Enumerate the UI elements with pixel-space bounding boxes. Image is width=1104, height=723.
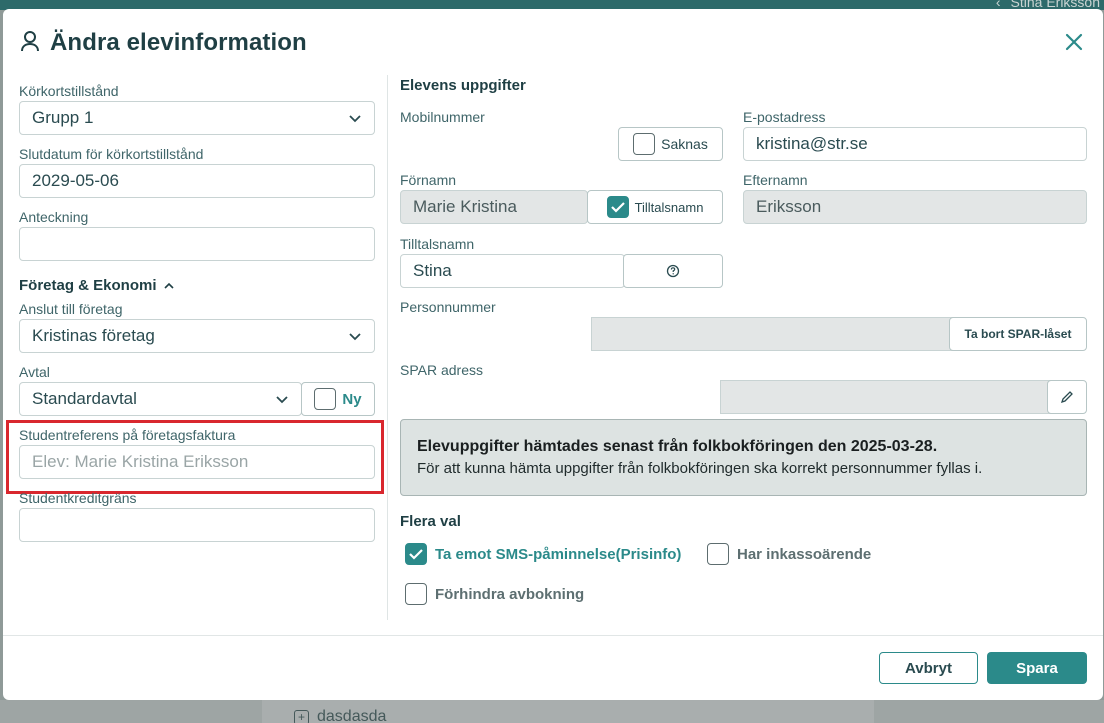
- agreement-select[interactable]: Standardavtal: [19, 382, 302, 416]
- cancel-button[interactable]: Avbryt: [879, 652, 978, 684]
- edit-spar-button[interactable]: [1047, 380, 1087, 414]
- background-list-item: + dasdasda: [294, 708, 386, 723]
- company-label: Anslut till företag: [19, 301, 123, 317]
- company-select[interactable]: Kristinas företag: [19, 319, 375, 353]
- student-details-title: Elevens uppgifter: [400, 77, 526, 94]
- credit-limit-input[interactable]: [19, 508, 375, 542]
- save-button[interactable]: Spara: [987, 652, 1087, 684]
- chevron-up-icon: [163, 282, 174, 289]
- new-agreement-checkbox[interactable]: [314, 388, 337, 410]
- pencil-icon: [1060, 391, 1073, 404]
- firstname-input: Marie Kristina: [400, 190, 588, 224]
- close-icon[interactable]: [1063, 31, 1085, 53]
- nickname-input[interactable]: Stina: [400, 254, 625, 288]
- ssn-input[interactable]: [400, 317, 590, 351]
- ssn-label: Personnummer: [400, 299, 496, 315]
- folkbokforing-info: Elevuppgifter hämtades senast från folkb…: [400, 419, 1087, 496]
- nickname-toggle[interactable]: Tilltalsnamn: [587, 190, 723, 224]
- email-label: E-postadress: [743, 109, 826, 125]
- plus-icon: +: [294, 709, 309, 723]
- nickname-checkbox[interactable]: [606, 196, 629, 218]
- credit-label: Studentkreditgräns: [19, 490, 137, 506]
- chevron-down-icon: [276, 396, 288, 404]
- email-input[interactable]: kristina@str.se: [743, 127, 1087, 161]
- info-title: Elevuppgifter hämtades senast från folkb…: [417, 438, 938, 455]
- debt-collection-checkbox[interactable]: [707, 543, 729, 565]
- prevent-cancel-option[interactable]: Förhindra avbokning: [405, 583, 584, 605]
- remove-spar-lock-button[interactable]: Ta bort SPAR-låset: [949, 317, 1087, 351]
- highlight-box: [6, 420, 384, 494]
- firstname-label: Förnamn: [400, 172, 457, 188]
- missing-toggle[interactable]: Saknas: [618, 127, 723, 161]
- sms-reminder-checkbox[interactable]: [405, 543, 427, 565]
- spar-label: SPAR adress: [400, 362, 483, 378]
- lastname-input: Eriksson: [743, 190, 1087, 224]
- chevron-down-icon: [349, 115, 361, 123]
- more-options-title: Flera val: [400, 513, 461, 530]
- debt-collection-option[interactable]: Har inkassoärende: [707, 543, 871, 565]
- agreement-label: Avtal: [19, 364, 50, 380]
- license-select[interactable]: Grupp 1: [19, 101, 375, 135]
- spar-address-input[interactable]: [400, 380, 720, 414]
- spar-address-locked: [720, 380, 1051, 414]
- note-input[interactable]: [19, 227, 375, 261]
- column-divider: [387, 75, 388, 620]
- nickname-label: Tilltalsnamn: [400, 236, 475, 252]
- info-text: För att kunna hämta uppgifter från folkb…: [417, 460, 983, 477]
- modal-title: Ändra elevinformation: [50, 29, 307, 56]
- question-icon: [666, 264, 680, 278]
- company-section-toggle[interactable]: Företag & Ekonomi: [19, 277, 175, 294]
- nickname-help-button[interactable]: [623, 254, 723, 288]
- user-icon: [20, 30, 40, 57]
- end-date-input[interactable]: 2029-05-06: [19, 164, 375, 198]
- chevron-down-icon: [349, 333, 361, 341]
- footer-divider: [3, 635, 1103, 636]
- missing-checkbox[interactable]: [633, 133, 656, 155]
- modal-header: Ändra elevinformation: [3, 9, 1103, 69]
- mobile-input[interactable]: [400, 127, 618, 161]
- ssn-locked-field: [591, 317, 953, 351]
- sms-reminder-option[interactable]: Ta emot SMS-påminnelse(Prisinfo): [405, 543, 681, 565]
- note-label: Anteckning: [19, 209, 89, 225]
- license-label: Körkortstillstånd: [19, 83, 119, 99]
- end-date-label: Slutdatum för körkortstillstånd: [19, 146, 204, 162]
- edit-student-modal: Ändra elevinformation Körkortstillstånd …: [3, 9, 1103, 700]
- prevent-cancel-checkbox[interactable]: [405, 583, 427, 605]
- lastname-label: Efternamn: [743, 172, 808, 188]
- mobile-label: Mobilnummer: [400, 109, 485, 125]
- new-agreement-toggle[interactable]: Ny: [301, 382, 375, 416]
